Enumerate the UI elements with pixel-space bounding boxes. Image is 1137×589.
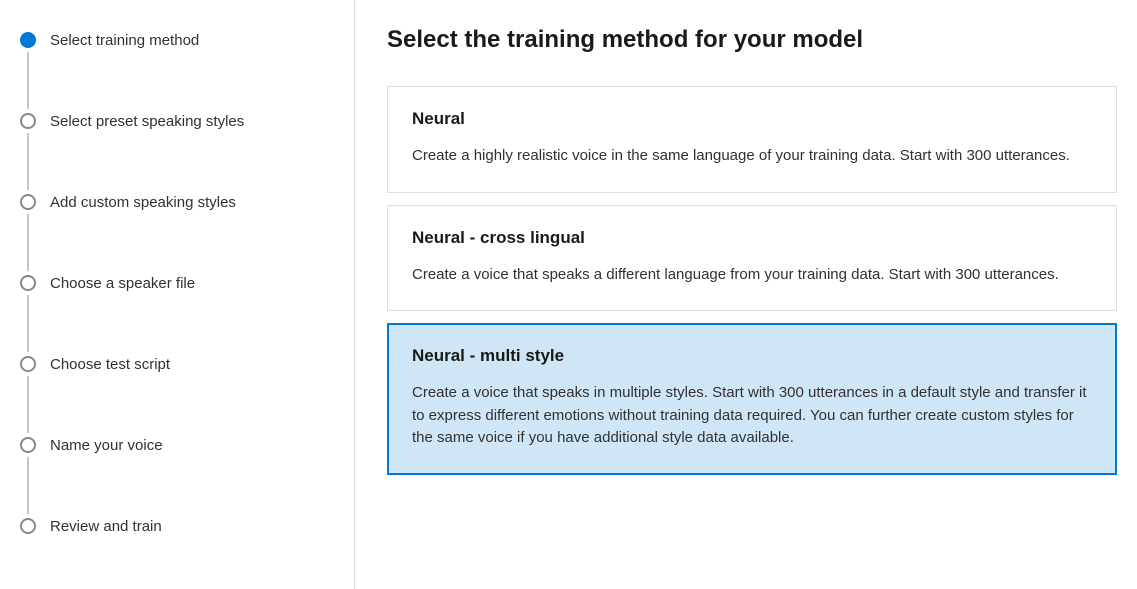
step-indicator-pending-icon	[20, 518, 36, 534]
option-desc: Create a highly realistic voice in the s…	[412, 145, 1092, 168]
option-desc: Create a voice that speaks in multiple s…	[412, 382, 1092, 450]
step-indicator-pending-icon	[20, 437, 36, 453]
step-choose-speaker-file[interactable]: Choose a speaker file	[20, 271, 334, 295]
step-label: Select preset speaking styles	[50, 113, 244, 130]
step-connector	[27, 133, 29, 190]
step-label: Review and train	[50, 518, 162, 535]
step-connector	[27, 457, 29, 514]
step-connector	[27, 295, 29, 352]
step-indicator-pending-icon	[20, 356, 36, 372]
option-neural-multi-style[interactable]: Neural - multi style Create a voice that…	[387, 323, 1117, 475]
option-neural[interactable]: Neural Create a highly realistic voice i…	[387, 86, 1117, 193]
step-name-your-voice[interactable]: Name your voice	[20, 433, 334, 457]
step-indicator-pending-icon	[20, 194, 36, 210]
step-label: Select training method	[50, 32, 199, 49]
step-connector	[27, 52, 29, 109]
step-label: Name your voice	[50, 437, 163, 454]
step-indicator-pending-icon	[20, 275, 36, 291]
step-connector	[27, 376, 29, 433]
page-title: Select the training method for your mode…	[387, 26, 1117, 54]
step-connector	[27, 214, 29, 271]
option-title: Neural - cross lingual	[412, 228, 1092, 248]
wizard-steps: Select training method Select preset spe…	[20, 28, 334, 538]
option-title: Neural	[412, 109, 1092, 129]
step-choose-test-script[interactable]: Choose test script	[20, 352, 334, 376]
step-select-training-method[interactable]: Select training method	[20, 28, 334, 52]
step-label: Add custom speaking styles	[50, 194, 236, 211]
step-indicator-pending-icon	[20, 113, 36, 129]
option-title: Neural - multi style	[412, 346, 1092, 366]
option-desc: Create a voice that speaks a different l…	[412, 264, 1092, 287]
option-neural-cross-lingual[interactable]: Neural - cross lingual Create a voice th…	[387, 205, 1117, 312]
step-label: Choose a speaker file	[50, 275, 195, 292]
wizard-sidebar: Select training method Select preset spe…	[0, 0, 355, 589]
step-add-custom-speaking-styles[interactable]: Add custom speaking styles	[20, 190, 334, 214]
step-review-and-train[interactable]: Review and train	[20, 514, 334, 538]
step-label: Choose test script	[50, 356, 170, 373]
main-panel: Select the training method for your mode…	[355, 0, 1137, 589]
training-method-options: Neural Create a highly realistic voice i…	[387, 86, 1117, 475]
step-indicator-active-icon	[20, 32, 36, 48]
step-select-preset-speaking-styles[interactable]: Select preset speaking styles	[20, 109, 334, 133]
